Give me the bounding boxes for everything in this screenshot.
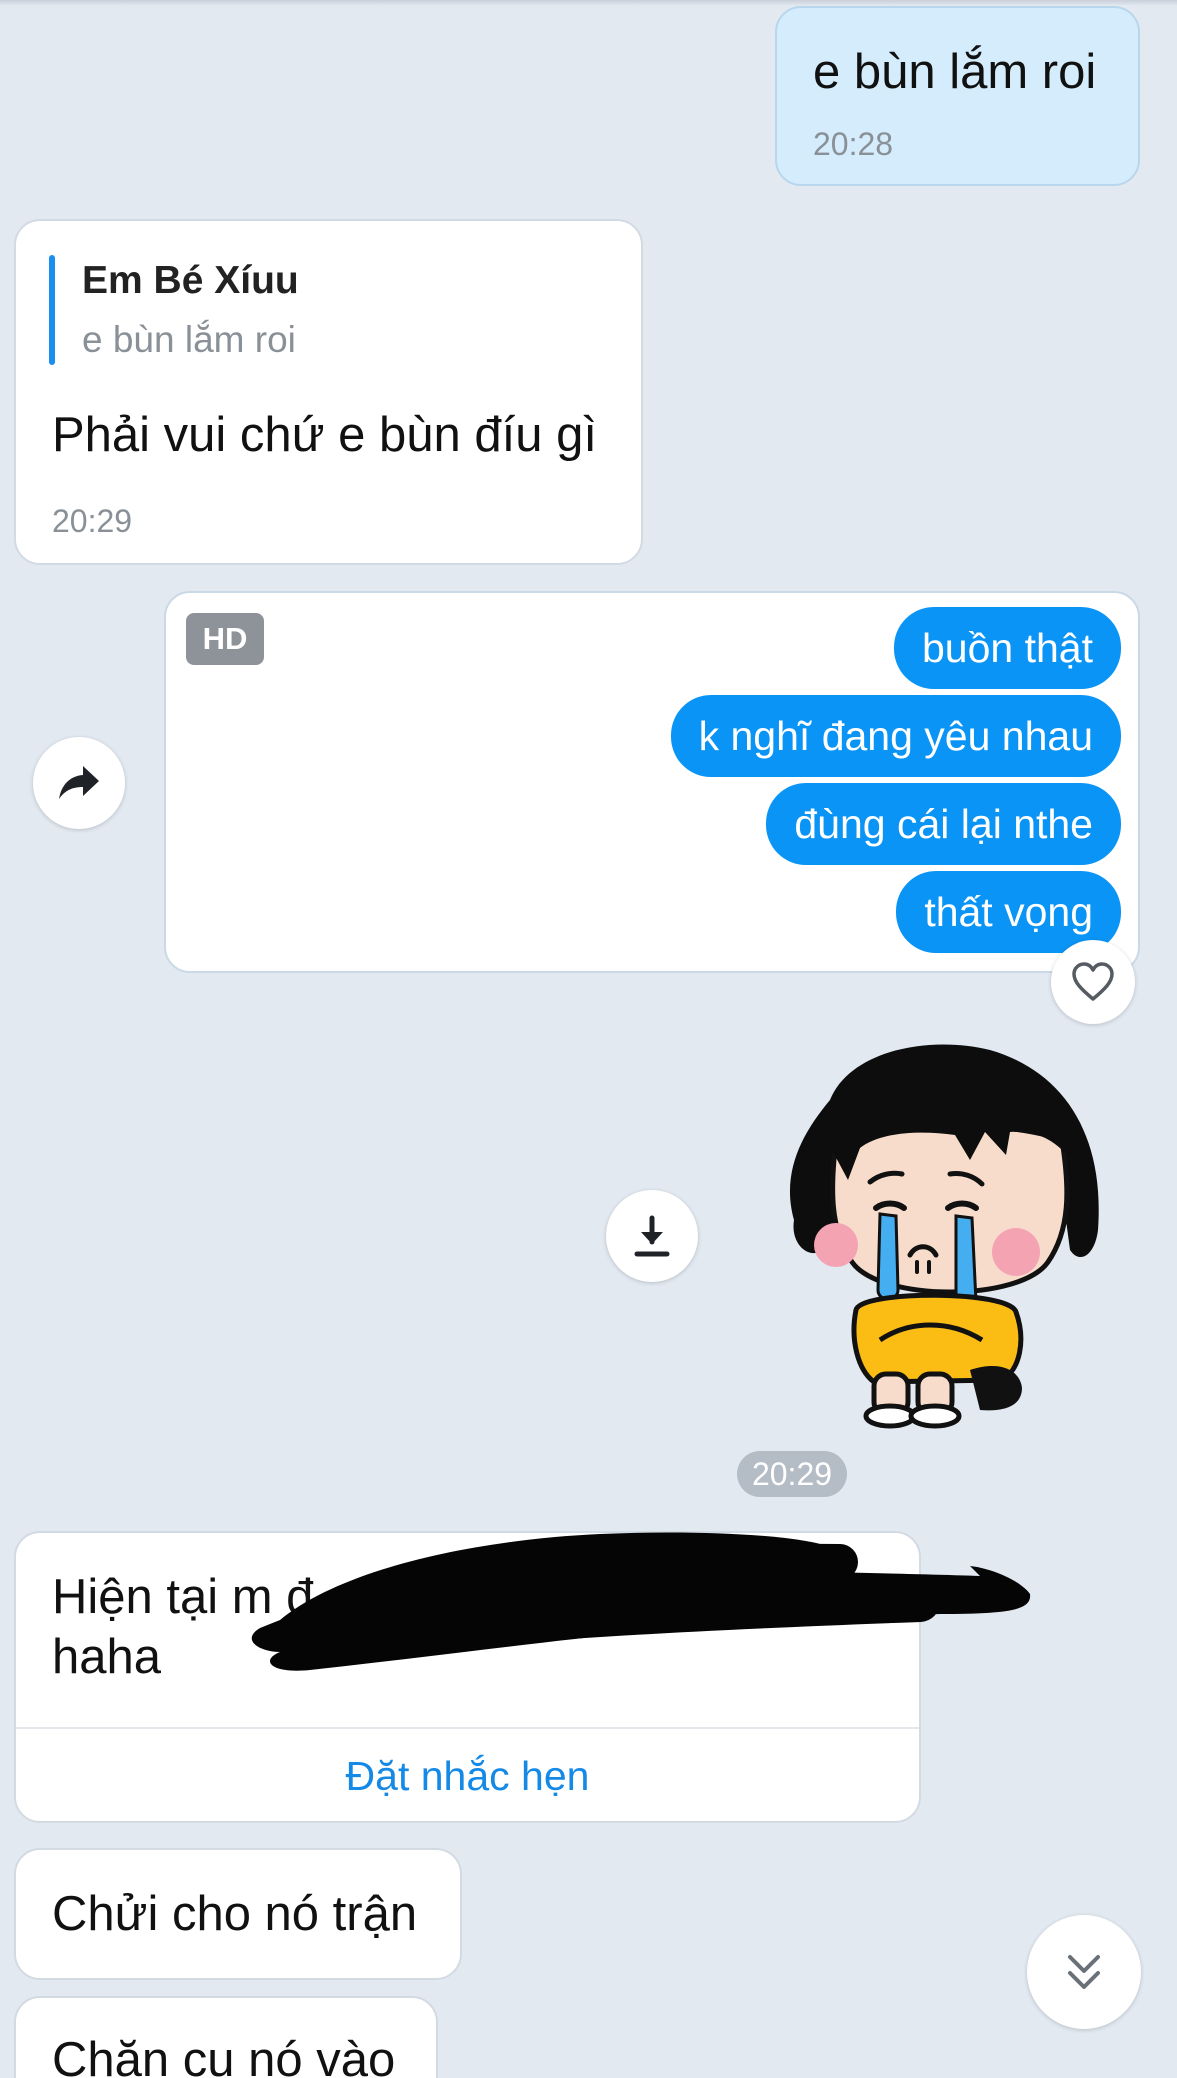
message-time: 20:29 — [52, 503, 133, 539]
quote-author: Em Bé Xíuu — [82, 259, 299, 302]
image-text-line: buồn thật — [894, 607, 1121, 689]
double-chevron-down-icon — [1068, 1955, 1100, 1989]
message-bubble-incoming[interactable]: Em Bé Xíuu e bùn lắm roi Phải vui chứ e … — [14, 219, 643, 565]
forward-arrow-icon — [59, 766, 99, 799]
crying-girl-sticker[interactable] — [770, 1040, 1110, 1440]
redaction-scribble — [251, 1532, 1031, 1671]
image-content: buồn thật k nghĩ đang yêu nhau đùng cái … — [521, 607, 1121, 967]
message-bubble-outgoing[interactable]: e bùn lắm roi 20:28 — [775, 6, 1140, 186]
set-reminder-button[interactable]: Đặt nhắc hẹn — [16, 1753, 919, 1800]
download-button[interactable] — [606, 1190, 698, 1282]
download-icon — [634, 1215, 670, 1257]
message-time: 20:28 — [813, 126, 894, 162]
quote-bar — [49, 255, 55, 365]
message-text: Phải vui chứ e bùn đíu gì — [52, 408, 597, 462]
message-text: Chặn cụ nó vào — [52, 2033, 396, 2078]
message-text: Chửi cho nó trận — [52, 1887, 418, 1941]
image-text-line: k nghĩ đang yêu nhau — [670, 695, 1121, 777]
scroll-to-bottom-button[interactable] — [1027, 1915, 1141, 2029]
message-bubble-incoming[interactable]: Chửi cho nó trận — [14, 1848, 462, 1980]
message-bubble-incoming[interactable]: Chặn cụ nó vào — [14, 1996, 438, 2078]
chat-view: e bùn lắm roi 20:28 Em Bé Xíuu e bùn lắm… — [0, 0, 1177, 2078]
image-message[interactable]: HD buồn thật k nghĩ đang yêu nhau đùng c… — [164, 591, 1140, 973]
message-text: e bùn lắm roi — [813, 45, 1097, 99]
message-text-line: haha — [52, 1630, 162, 1684]
hd-badge: HD — [186, 613, 264, 665]
react-button[interactable] — [1051, 940, 1135, 1024]
card-divider — [16, 1727, 919, 1729]
timestamp-chip: 20:29 — [737, 1451, 847, 1497]
image-text-line: đùng cái lại nthe — [766, 783, 1121, 865]
forward-button[interactable] — [33, 737, 125, 829]
heart-outline-icon — [1072, 962, 1114, 1001]
quote-text: e bùn lắm roi — [82, 319, 296, 360]
